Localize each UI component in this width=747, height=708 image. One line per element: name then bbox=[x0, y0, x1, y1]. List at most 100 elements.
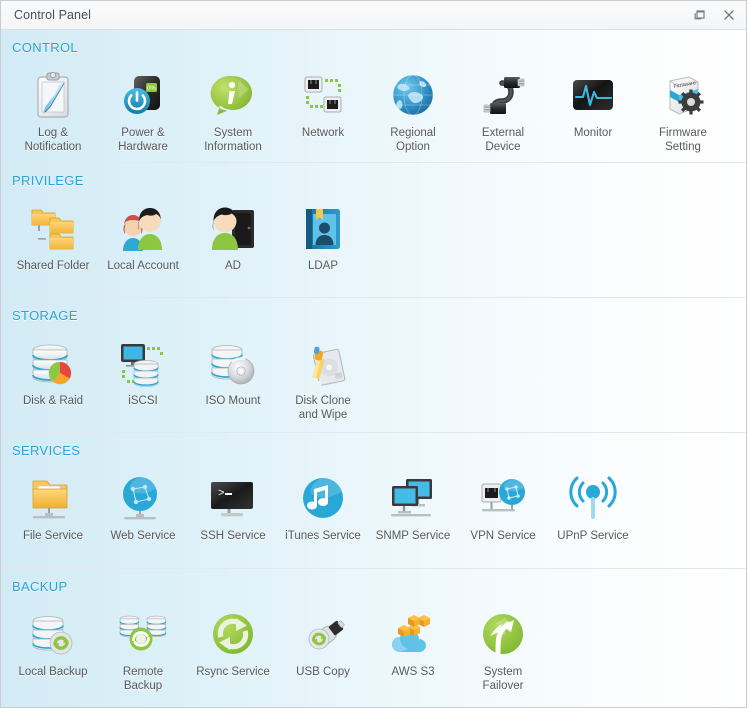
user-server-icon bbox=[206, 202, 260, 256]
tile-label: UPnP Service bbox=[557, 530, 629, 542]
tile-rsync-service[interactable]: Rsync Service bbox=[188, 600, 278, 699]
tile-ssh-service[interactable]: > SSH Service bbox=[188, 464, 278, 550]
tile-remote-backup[interactable]: Remote Backup bbox=[98, 600, 188, 699]
tile-aws-s3[interactable]: AWS S3 bbox=[368, 600, 458, 699]
tile-vpn-service[interactable]: VPN Service bbox=[458, 464, 548, 550]
address-book-icon bbox=[296, 202, 350, 256]
section-title-privilege: PRIVILEGE bbox=[12, 173, 84, 188]
tile-power-and-hardware[interactable]: 0% Power & Hardware bbox=[98, 61, 188, 160]
svg-text:>: > bbox=[218, 488, 225, 500]
usb-cable-icon bbox=[476, 69, 530, 123]
tile-label: Log & Notification bbox=[24, 127, 82, 153]
section-backup: BACKUP Local Backup Remote Backup Rsync … bbox=[1, 569, 746, 707]
tile-system-information[interactable]: System Information bbox=[188, 61, 278, 160]
tile-label: Web Service bbox=[110, 530, 176, 542]
svg-text:0%: 0% bbox=[147, 86, 156, 92]
tile-disk-clone-and-wipe[interactable]: Disk Clone and Wipe bbox=[278, 329, 368, 428]
clipboard-pen-icon bbox=[26, 69, 80, 123]
titlebar: Control Panel bbox=[1, 1, 746, 30]
section-title-backup: BACKUP bbox=[12, 579, 68, 594]
tile-system-failover[interactable]: System Failover bbox=[458, 600, 548, 699]
sections-container: CONTROL Log & Notification 0% Power & Ha… bbox=[1, 30, 746, 707]
grid-backup: Local Backup Remote Backup Rsync Service… bbox=[1, 596, 746, 699]
tile-local-account[interactable]: Local Account bbox=[98, 194, 188, 280]
tile-usb-copy[interactable]: USB Copy bbox=[278, 600, 368, 699]
tile-label: LDAP bbox=[307, 260, 339, 272]
tile-label: VPN Service bbox=[470, 530, 536, 542]
remote-backup-icon bbox=[116, 608, 170, 662]
tile-external-device[interactable]: External Device bbox=[458, 61, 548, 160]
section-title-control: CONTROL bbox=[12, 40, 79, 55]
globe-icon bbox=[386, 69, 440, 123]
tile-label: Disk & Raid bbox=[22, 395, 84, 407]
tile-label: Shared Folder bbox=[16, 260, 90, 272]
tile-label: Firmware Setting bbox=[659, 127, 707, 153]
tile-label: Regional Option bbox=[390, 127, 436, 153]
tile-label: AD bbox=[225, 260, 241, 272]
section-title-services: SERVICES bbox=[12, 443, 81, 458]
tile-snmp-service[interactable]: SNMP Service bbox=[368, 464, 458, 550]
grid-storage: Disk & Raid iSCSI ISO Mount Disk Clone a… bbox=[1, 325, 746, 428]
section-services: SERVICES File Service Web Service > SSH … bbox=[1, 433, 746, 569]
info-bubble-icon bbox=[206, 69, 260, 123]
tile-web-service[interactable]: Web Service bbox=[98, 464, 188, 550]
section-privilege: PRIVILEGE Shared Folder Local Account AD… bbox=[1, 163, 746, 298]
music-note-icon bbox=[296, 472, 350, 526]
tile-monitor[interactable]: Monitor bbox=[548, 61, 638, 160]
iso-mount-icon bbox=[206, 337, 260, 391]
tile-label: AWS S3 bbox=[391, 666, 435, 678]
tile-label: File Service bbox=[22, 530, 84, 542]
two-monitors-icon bbox=[386, 472, 440, 526]
tile-label: Power & Hardware bbox=[118, 127, 168, 153]
web-service-icon bbox=[116, 472, 170, 526]
upnp-broadcast-icon bbox=[566, 472, 620, 526]
tile-label: System Failover bbox=[482, 666, 524, 692]
tile-file-service[interactable]: File Service bbox=[8, 464, 98, 550]
window-controls bbox=[692, 7, 737, 24]
control-panel-window: Control Panel CONTROL Log & Notification… bbox=[0, 0, 747, 708]
tile-shared-folder[interactable]: Shared Folder bbox=[8, 194, 98, 280]
rsync-circle-icon bbox=[206, 608, 260, 662]
tile-network[interactable]: Network bbox=[278, 61, 368, 160]
usb-copy-icon bbox=[296, 608, 350, 662]
tile-label: iTunes Service bbox=[285, 530, 361, 542]
grid-control: Log & Notification 0% Power & Hardware S… bbox=[1, 57, 746, 160]
tile-label: Local Account bbox=[107, 260, 179, 272]
close-icon[interactable] bbox=[720, 7, 737, 24]
tile-itunes-service[interactable]: iTunes Service bbox=[278, 464, 368, 550]
local-backup-icon bbox=[26, 608, 80, 662]
tile-label: SNMP Service bbox=[375, 530, 451, 542]
vpn-icon bbox=[476, 472, 530, 526]
tile-label: Monitor bbox=[573, 127, 613, 139]
tile-local-backup[interactable]: Local Backup bbox=[8, 600, 98, 699]
grid-privilege: Shared Folder Local Account AD LDAP bbox=[1, 190, 746, 280]
disk-raid-icon bbox=[26, 337, 80, 391]
tile-label: Rsync Service bbox=[196, 666, 270, 678]
tile-label: External Device bbox=[481, 127, 525, 153]
restore-icon[interactable] bbox=[692, 7, 709, 24]
aws-s3-icon bbox=[386, 608, 440, 662]
section-title-storage: STORAGE bbox=[12, 308, 78, 323]
tile-upnp-service[interactable]: UPnP Service bbox=[548, 464, 638, 550]
power-hardware-icon: 0% bbox=[116, 69, 170, 123]
tile-iso-mount[interactable]: ISO Mount bbox=[188, 329, 278, 428]
tile-regional-option[interactable]: Regional Option bbox=[368, 61, 458, 160]
heartbeat-monitor-icon bbox=[566, 69, 620, 123]
tile-firmware-setting[interactable]: Firmware Firmware Setting bbox=[638, 61, 728, 160]
tile-ad[interactable]: AD bbox=[188, 194, 278, 280]
tile-iscsi[interactable]: iSCSI bbox=[98, 329, 188, 428]
tile-label: Disk Clone and Wipe bbox=[295, 395, 351, 421]
tile-disk-and-raid[interactable]: Disk & Raid bbox=[8, 329, 98, 428]
shared-folder-icon bbox=[26, 202, 80, 256]
file-service-icon bbox=[26, 472, 80, 526]
tile-ldap[interactable]: LDAP bbox=[278, 194, 368, 280]
tile-label: ISO Mount bbox=[205, 395, 261, 407]
tile-label: iSCSI bbox=[128, 395, 158, 407]
failover-arrow-icon bbox=[476, 608, 530, 662]
tile-label: USB Copy bbox=[296, 666, 350, 678]
tile-log-and-notification[interactable]: Log & Notification bbox=[8, 61, 98, 160]
network-ports-icon bbox=[296, 69, 350, 123]
tile-label: Local Backup bbox=[18, 666, 88, 678]
tile-label: Network bbox=[301, 127, 345, 139]
section-control: CONTROL Log & Notification 0% Power & Ha… bbox=[1, 30, 746, 163]
